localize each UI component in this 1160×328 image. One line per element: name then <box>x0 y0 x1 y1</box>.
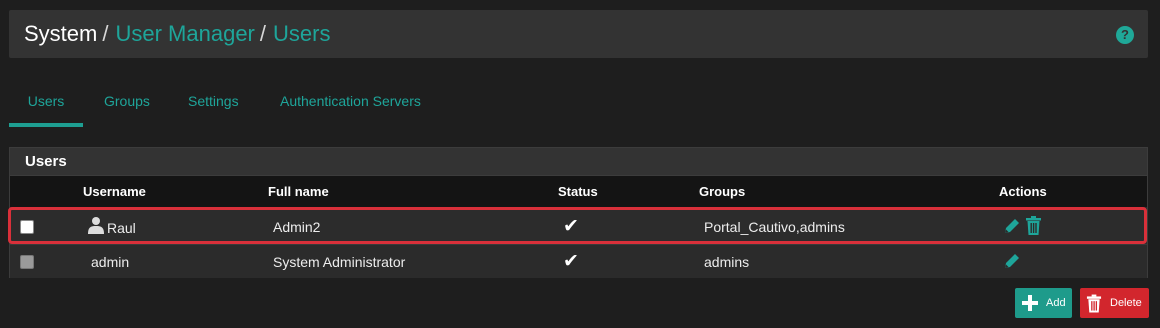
breadcrumb-root: System <box>24 21 98 46</box>
groups-cell: admins <box>704 254 750 270</box>
breadcrumb-user-manager-link[interactable]: User Manager <box>115 21 254 46</box>
column-header-full-name[interactable]: Full name <box>268 184 329 199</box>
trash-icon <box>1086 294 1102 313</box>
edit-pencil-icon[interactable] <box>1003 217 1021 235</box>
table-header: Username Full name Status Groups Actions <box>10 176 1147 207</box>
breadcrumb-bar: System / User Manager / Users ? <box>9 10 1148 58</box>
full-name-cell: Admin2 <box>273 219 321 235</box>
user-icon <box>88 217 104 234</box>
tab-settings[interactable]: Settings <box>188 78 239 127</box>
tab-bar: Users Groups Settings Authentication Ser… <box>9 78 1148 127</box>
add-button[interactable]: Add <box>1015 288 1072 318</box>
groups-cell: Portal_Cautivo,admins <box>704 219 845 235</box>
delete-button-label: Delete <box>1110 297 1142 309</box>
breadcrumb: System / User Manager / Users <box>24 21 330 47</box>
breadcrumb-separator: / <box>259 21 266 46</box>
checkmark-icon: ✔ <box>563 251 579 272</box>
plus-icon <box>1022 295 1038 311</box>
table-row[interactable]: admin System Administrator ✔ admins <box>10 244 1147 278</box>
full-name-cell: System Administrator <box>273 254 406 270</box>
delete-button[interactable]: Delete <box>1080 288 1149 318</box>
table-row[interactable]: Raul Admin2 ✔ Portal_Cautivo,admins <box>10 210 1147 244</box>
row-select-checkbox[interactable] <box>20 220 34 234</box>
question-circle-icon[interactable]: ? <box>1116 26 1134 44</box>
breadcrumb-users-link[interactable]: Users <box>273 21 330 46</box>
column-header-username[interactable]: Username <box>83 184 146 199</box>
column-header-actions: Actions <box>999 184 1047 199</box>
username-cell: admin <box>91 254 130 270</box>
trash-icon[interactable] <box>1025 216 1042 235</box>
row-select-checkbox-disabled <box>20 255 34 269</box>
edit-pencil-icon[interactable] <box>1003 252 1021 270</box>
panel-heading: Users <box>10 148 1147 176</box>
column-header-groups[interactable]: Groups <box>699 184 745 199</box>
tab-authentication-servers[interactable]: Authentication Servers <box>280 78 421 127</box>
checkmark-icon: ✔ <box>563 216 579 237</box>
panel-title: Users <box>25 153 67 170</box>
tab-groups[interactable]: Groups <box>104 78 150 127</box>
help-glyph: ? <box>1121 27 1129 42</box>
username-cell: Raul <box>107 220 136 236</box>
tab-users[interactable]: Users <box>9 78 83 127</box>
add-button-label: Add <box>1046 297 1066 309</box>
column-header-status[interactable]: Status <box>558 184 598 199</box>
breadcrumb-separator: / <box>102 21 109 46</box>
users-panel: Users Username Full name Status Groups A… <box>9 147 1148 278</box>
